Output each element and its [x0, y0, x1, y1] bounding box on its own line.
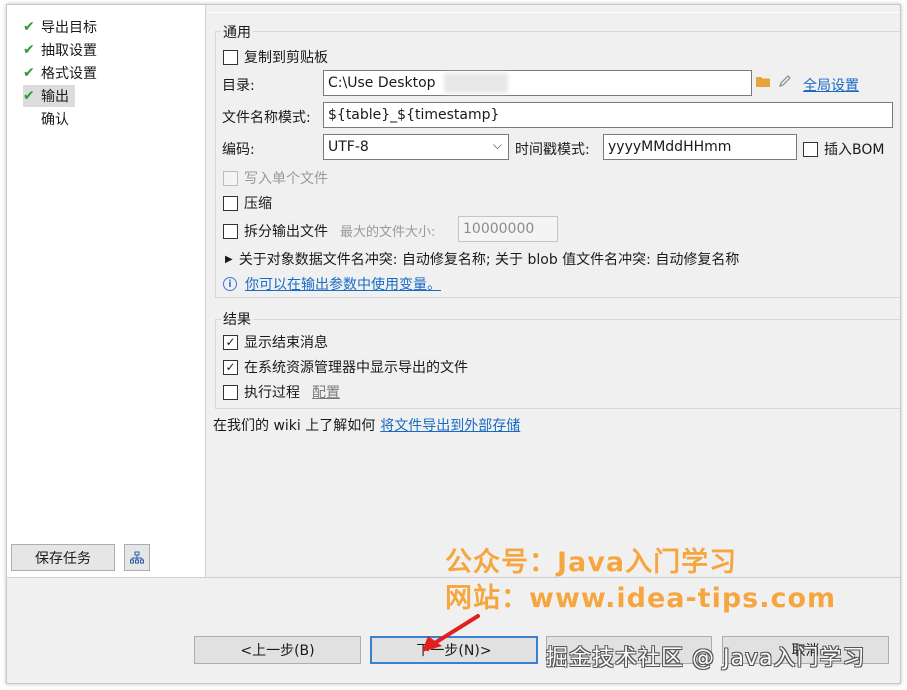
- checkbox-label: 插入BOM: [824, 142, 885, 158]
- checkbox-box: [803, 141, 818, 157]
- variables-info-link[interactable]: 你可以在输出参数中使用变量。: [245, 274, 441, 294]
- check-icon: ✔: [23, 88, 35, 104]
- step-label: 输出: [41, 89, 69, 105]
- timestamp-pattern-value: yyyyMMddHHmm: [608, 139, 732, 155]
- checkbox-label: 拆分输出文件: [244, 224, 328, 240]
- wiki-export-storage-link[interactable]: 将文件导出到外部存储: [380, 415, 520, 435]
- wechat-watermark: 公众号：Java入门学习: [445, 547, 738, 578]
- encoding-select[interactable]: UTF-8 ⌵: [323, 134, 509, 160]
- encoding-label: 编码:: [222, 142, 255, 158]
- task-tree-button[interactable]: [124, 544, 150, 571]
- variables-info: i 你可以在输出参数中使用变量。: [223, 274, 441, 294]
- output-settings-panel: 通用 复制到剪贴板 目录: C:\Use Desktop 全局设置 文件名称模式…: [207, 5, 900, 577]
- hierarchy-icon: [130, 551, 144, 563]
- checkbox-label: 执行过程: [244, 385, 300, 401]
- name-conflict-text: 关于对象数据文件名冲突: 自动修复名称; 关于 blob 值文件名冲突: 自动修…: [238, 252, 740, 268]
- check-icon: ✔: [23, 42, 35, 58]
- wiki-hint: 在我们的 wiki 上了解如何 将文件导出到外部存储: [213, 415, 520, 435]
- max-file-size-input[interactable]: 10000000: [458, 216, 558, 242]
- configure-process-link[interactable]: 配置: [312, 382, 340, 402]
- split-output-checkbox[interactable]: 拆分输出文件: [223, 221, 328, 241]
- checkbox-label: 复制到剪贴板: [244, 50, 328, 66]
- redaction-blur: [444, 73, 508, 93]
- red-arrow-icon: [422, 614, 480, 652]
- juejin-watermark: 掘金技术社区 @ Java入门学习: [546, 646, 866, 671]
- checkbox-box: ✓: [223, 359, 238, 375]
- checkbox-box: [223, 384, 238, 400]
- filename-pattern-value: ${table}_${timestamp}: [328, 107, 500, 123]
- step-label: 抽取设置: [41, 43, 97, 59]
- timestamp-pattern-label: 时间戳模式:: [515, 142, 590, 158]
- name-conflict-expander[interactable]: ▶ 关于对象数据文件名冲突: 自动修复名称; 关于 blob 值文件名冲突: 自…: [225, 249, 739, 269]
- folder-icon[interactable]: [756, 75, 771, 88]
- step-extract-settings[interactable]: ✔ 抽取设置: [23, 39, 97, 61]
- step-label: 导出目标: [41, 20, 97, 36]
- execute-process-checkbox[interactable]: 执行过程: [223, 382, 300, 402]
- directory-input[interactable]: C:\Use Desktop: [323, 70, 752, 96]
- save-task-button[interactable]: 保存任务: [11, 544, 115, 571]
- checkbox-box: [223, 170, 238, 186]
- steps-panel: ✔ 导出目标 ✔ 抽取设置 ✔ 格式设置 ✔ 输出 确认 保存任务: [7, 5, 206, 577]
- triangle-right-icon: ▶: [225, 253, 233, 265]
- site-watermark: 网站：www.idea-tips.com: [445, 583, 837, 614]
- checkbox-label: 写入单个文件: [244, 171, 328, 187]
- step-label: 确认: [41, 112, 69, 128]
- checkbox-label: 压缩: [244, 196, 272, 212]
- compress-checkbox[interactable]: 压缩: [223, 193, 272, 213]
- copy-to-clipboard-checkbox[interactable]: 复制到剪贴板: [223, 47, 328, 67]
- back-button[interactable]: <上一步(B): [194, 636, 361, 664]
- step-format-settings[interactable]: ✔ 格式设置: [23, 62, 97, 84]
- step-export-target[interactable]: ✔ 导出目标: [23, 16, 97, 38]
- pencil-icon[interactable]: [778, 74, 792, 88]
- max-file-size-value: 10000000: [463, 221, 535, 237]
- checkbox-label: 在系统资源管理器中显示导出的文件: [244, 360, 468, 376]
- step-confirm[interactable]: 确认: [23, 108, 69, 130]
- step-label: 格式设置: [41, 66, 97, 82]
- directory-value: C:\Use Desktop: [328, 75, 436, 91]
- show-finish-message-checkbox[interactable]: ✓ 显示结束消息: [223, 332, 328, 352]
- show-in-explorer-checkbox[interactable]: ✓ 在系统资源管理器中显示导出的文件: [223, 357, 468, 377]
- timestamp-pattern-input[interactable]: yyyyMMddHHmm: [603, 134, 797, 160]
- filename-pattern-label: 文件名称模式:: [222, 110, 311, 126]
- chevron-down-icon: ⌵: [492, 138, 502, 152]
- checkbox-label: 显示结束消息: [244, 335, 328, 351]
- checkbox-box: [223, 223, 238, 239]
- check-icon: ✔: [23, 19, 35, 35]
- results-group-title: 结果: [221, 309, 253, 329]
- check-icon: ✔: [23, 65, 35, 81]
- checkbox-box: [223, 49, 238, 65]
- wiki-hint-text: 在我们的 wiki 上了解如何: [213, 418, 376, 434]
- general-group-title: 通用: [221, 22, 253, 42]
- encoding-value: UTF-8: [328, 139, 369, 155]
- max-file-size-label: 最大的文件大小:: [340, 225, 436, 240]
- global-settings-link[interactable]: 全局设置: [803, 75, 859, 95]
- write-single-file-checkbox[interactable]: 写入单个文件: [223, 168, 328, 188]
- directory-label: 目录:: [222, 78, 255, 94]
- info-icon: i: [223, 277, 237, 291]
- step-output[interactable]: ✔ 输出: [23, 85, 75, 107]
- filename-pattern-input[interactable]: ${table}_${timestamp}: [323, 102, 893, 128]
- insert-bom-checkbox[interactable]: 插入BOM: [803, 139, 884, 159]
- checkbox-box: [223, 195, 238, 211]
- divider: [207, 12, 900, 13]
- checkbox-box: ✓: [223, 334, 238, 350]
